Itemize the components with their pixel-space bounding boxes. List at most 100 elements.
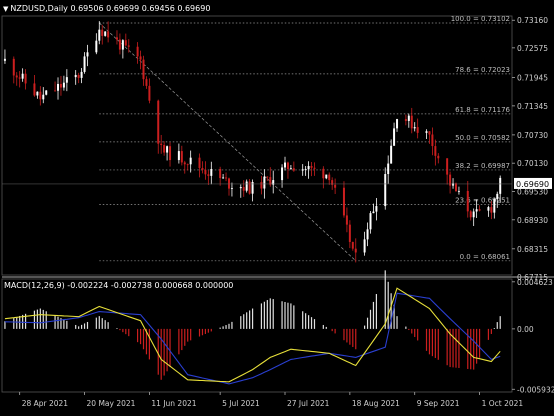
candle-body <box>328 174 331 181</box>
candle-body <box>428 131 431 135</box>
candle-body <box>124 40 127 46</box>
candle-body <box>345 215 348 225</box>
candle-body <box>104 31 107 36</box>
candle-body <box>263 176 266 189</box>
candle-body <box>42 94 45 100</box>
candle-body <box>21 73 24 79</box>
candle-body <box>65 77 68 83</box>
candle-body <box>301 169 304 171</box>
macd-readout: MACD(12,26,9) -0.002224 -0.002738 0.0006… <box>4 281 234 290</box>
chart-canvas[interactable]: 100.0 = 0.73102 78.6 = 0.72023 61.8 = 0.71… <box>0 0 554 412</box>
candle-body <box>180 151 183 163</box>
candle-body <box>201 167 204 170</box>
candle-body <box>57 83 60 91</box>
candle-body <box>118 39 121 50</box>
candle-body <box>452 183 455 186</box>
chart-window: 100.0 = 0.73102 78.6 = 0.72023 61.8 = 0.71… <box>0 0 554 412</box>
candle-body <box>222 177 225 179</box>
candle-body <box>18 77 21 79</box>
candle-body <box>396 119 399 129</box>
candle-body <box>404 119 407 121</box>
candle-body <box>160 143 163 145</box>
candle-body <box>36 91 39 96</box>
candle-body <box>354 248 357 253</box>
candle-body <box>62 82 65 88</box>
candle-body <box>266 176 269 178</box>
candle-body <box>189 157 192 165</box>
candle-body <box>163 144 166 153</box>
candle-body <box>304 169 307 170</box>
candle-body <box>95 40 98 53</box>
candle-body <box>98 29 101 41</box>
candle-body <box>496 193 499 200</box>
candle-body <box>24 73 27 84</box>
candle-body <box>80 71 83 78</box>
time-axis-label: 1 Oct 2021 <box>482 399 524 408</box>
candle-body <box>375 206 378 212</box>
candle-body <box>242 187 245 191</box>
candle-body <box>136 46 139 57</box>
candle-body <box>186 164 189 166</box>
price-axis-label: 0.70130 <box>517 159 548 168</box>
candle-body <box>227 178 230 189</box>
candle-body <box>183 162 186 165</box>
candle-body <box>372 211 375 214</box>
price-axis-label: 0.68930 <box>517 216 548 225</box>
candle-body <box>487 207 490 211</box>
time-axis-label: 20 May 2021 <box>87 399 136 408</box>
price-axis-label: 0.72575 <box>517 44 548 53</box>
candle-body <box>490 207 493 213</box>
candle-body <box>86 52 89 57</box>
time-axis-label: 5 Jul 2021 <box>222 399 260 408</box>
candle-body <box>204 169 207 175</box>
candle-body <box>77 74 80 78</box>
macd-axis-label: -0.005932 <box>517 385 554 394</box>
macd-pane-title: MACD(12,26,9) -0.002224 -0.002738 0.0006… <box>4 281 233 290</box>
collapse-arrow-icon[interactable]: ▼ <box>3 5 8 13</box>
candle-body <box>248 181 251 194</box>
price-axis-label: 0.68315 <box>517 245 548 254</box>
candle-body <box>219 169 222 179</box>
price-axis-label: 0.71345 <box>517 102 548 111</box>
candle-body <box>245 181 248 191</box>
macd-axis-label: 0.00 <box>517 325 534 334</box>
candle-body <box>307 166 310 170</box>
time-axis-label: 28 Apr 2021 <box>22 399 69 408</box>
candle-body <box>33 83 36 96</box>
candle-body <box>416 127 419 133</box>
candle-body <box>157 100 160 144</box>
candle-body <box>393 128 396 146</box>
candle-body <box>207 174 210 176</box>
candle-body <box>310 166 313 168</box>
candle-body <box>286 162 289 170</box>
candle-body <box>384 174 387 207</box>
time-axis-label: 11 Jun 2021 <box>151 399 196 408</box>
candle-body <box>74 74 77 78</box>
candle-body <box>284 162 287 168</box>
candle-body <box>437 155 440 159</box>
candle-body <box>478 209 481 211</box>
candle-body <box>366 229 369 240</box>
candle-body <box>101 29 104 36</box>
candle-body <box>410 115 413 129</box>
candle-body <box>322 168 325 179</box>
candle-body <box>230 188 233 189</box>
candle-body <box>351 241 354 249</box>
candle-body <box>107 31 110 38</box>
candle-body <box>169 146 172 161</box>
main-pane-title: ▼ NZDUSD,Daily 0.69506 0.69699 0.69456 0.… <box>3 4 210 13</box>
fibo-level-label: 38.2 = 0.69987 <box>455 162 510 170</box>
symbol-label: NZDUSD,Daily <box>10 4 68 13</box>
candle-body <box>472 211 475 218</box>
candle-body <box>289 168 292 170</box>
candle-body <box>348 224 351 242</box>
candle-body <box>177 151 180 161</box>
candle-body <box>142 59 145 80</box>
candle-body <box>225 177 228 179</box>
candle-body <box>369 213 372 230</box>
macd-axis-label: 0.004623 <box>517 278 553 287</box>
candle-body <box>260 181 263 189</box>
candle-body <box>413 127 416 129</box>
candle-body <box>434 146 437 156</box>
candle-body <box>210 169 213 176</box>
